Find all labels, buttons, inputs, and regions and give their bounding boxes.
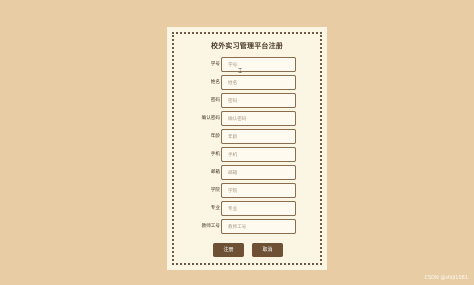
age-input[interactable]: 年龄 [221, 129, 296, 144]
field-label: 手机 [210, 152, 220, 157]
confirm-password-input[interactable]: 确认密码 [221, 111, 296, 126]
phone-input[interactable]: 手机 [221, 147, 296, 162]
text-cursor-icon: ⌶ [238, 67, 243, 75]
form-row-college: 学院 学院 [167, 183, 327, 198]
watermark: CSDN @shiji1081 [424, 275, 468, 281]
page-title: 校外实习管理平台注册 [211, 42, 283, 50]
password-input[interactable]: 密码 [221, 93, 296, 108]
form-row-confirm-password: 确认密码 确认密码 [167, 111, 327, 126]
field-label: 专业 [210, 206, 220, 211]
field-label: 学院 [210, 188, 220, 193]
name-input[interactable]: 姓名 [221, 75, 296, 90]
register-button[interactable]: 注册 [213, 243, 244, 257]
field-label: 密码 [210, 98, 220, 103]
form-row-phone: 手机 手机 [167, 147, 327, 162]
field-label: 姓名 [210, 80, 220, 85]
field-label: 确认密码 [201, 116, 220, 121]
form-row-student-id: 学号 学号 ⌶ [167, 57, 327, 75]
teacher-id-input[interactable]: 教师工号 [221, 219, 296, 234]
major-input[interactable]: 专业 [221, 201, 296, 216]
student-id-input[interactable]: 学号 [221, 57, 296, 72]
form-row-name: 姓名 姓名 [167, 75, 327, 90]
email-input[interactable]: 邮箱 [221, 165, 296, 180]
form-row-teacher-id: 教师工号 教师工号 [167, 219, 327, 234]
college-input[interactable]: 学院 [221, 183, 296, 198]
form-row-age: 年龄 年龄 [167, 129, 327, 144]
form-row-email: 邮箱 邮箱 [167, 165, 327, 180]
field-label: 学号 [210, 62, 220, 67]
cancel-button[interactable]: 取消 [252, 243, 283, 257]
field-label: 年龄 [210, 134, 220, 139]
field-label: 教师工号 [201, 224, 220, 229]
field-label: 邮箱 [210, 170, 220, 175]
register-card: 校外实习管理平台注册 学号 学号 ⌶ 姓名 姓名 密码 密码 确认密码 确认密码… [167, 27, 327, 270]
form-row-major: 专业 专业 [167, 201, 327, 216]
form-row-password: 密码 密码 [167, 93, 327, 108]
